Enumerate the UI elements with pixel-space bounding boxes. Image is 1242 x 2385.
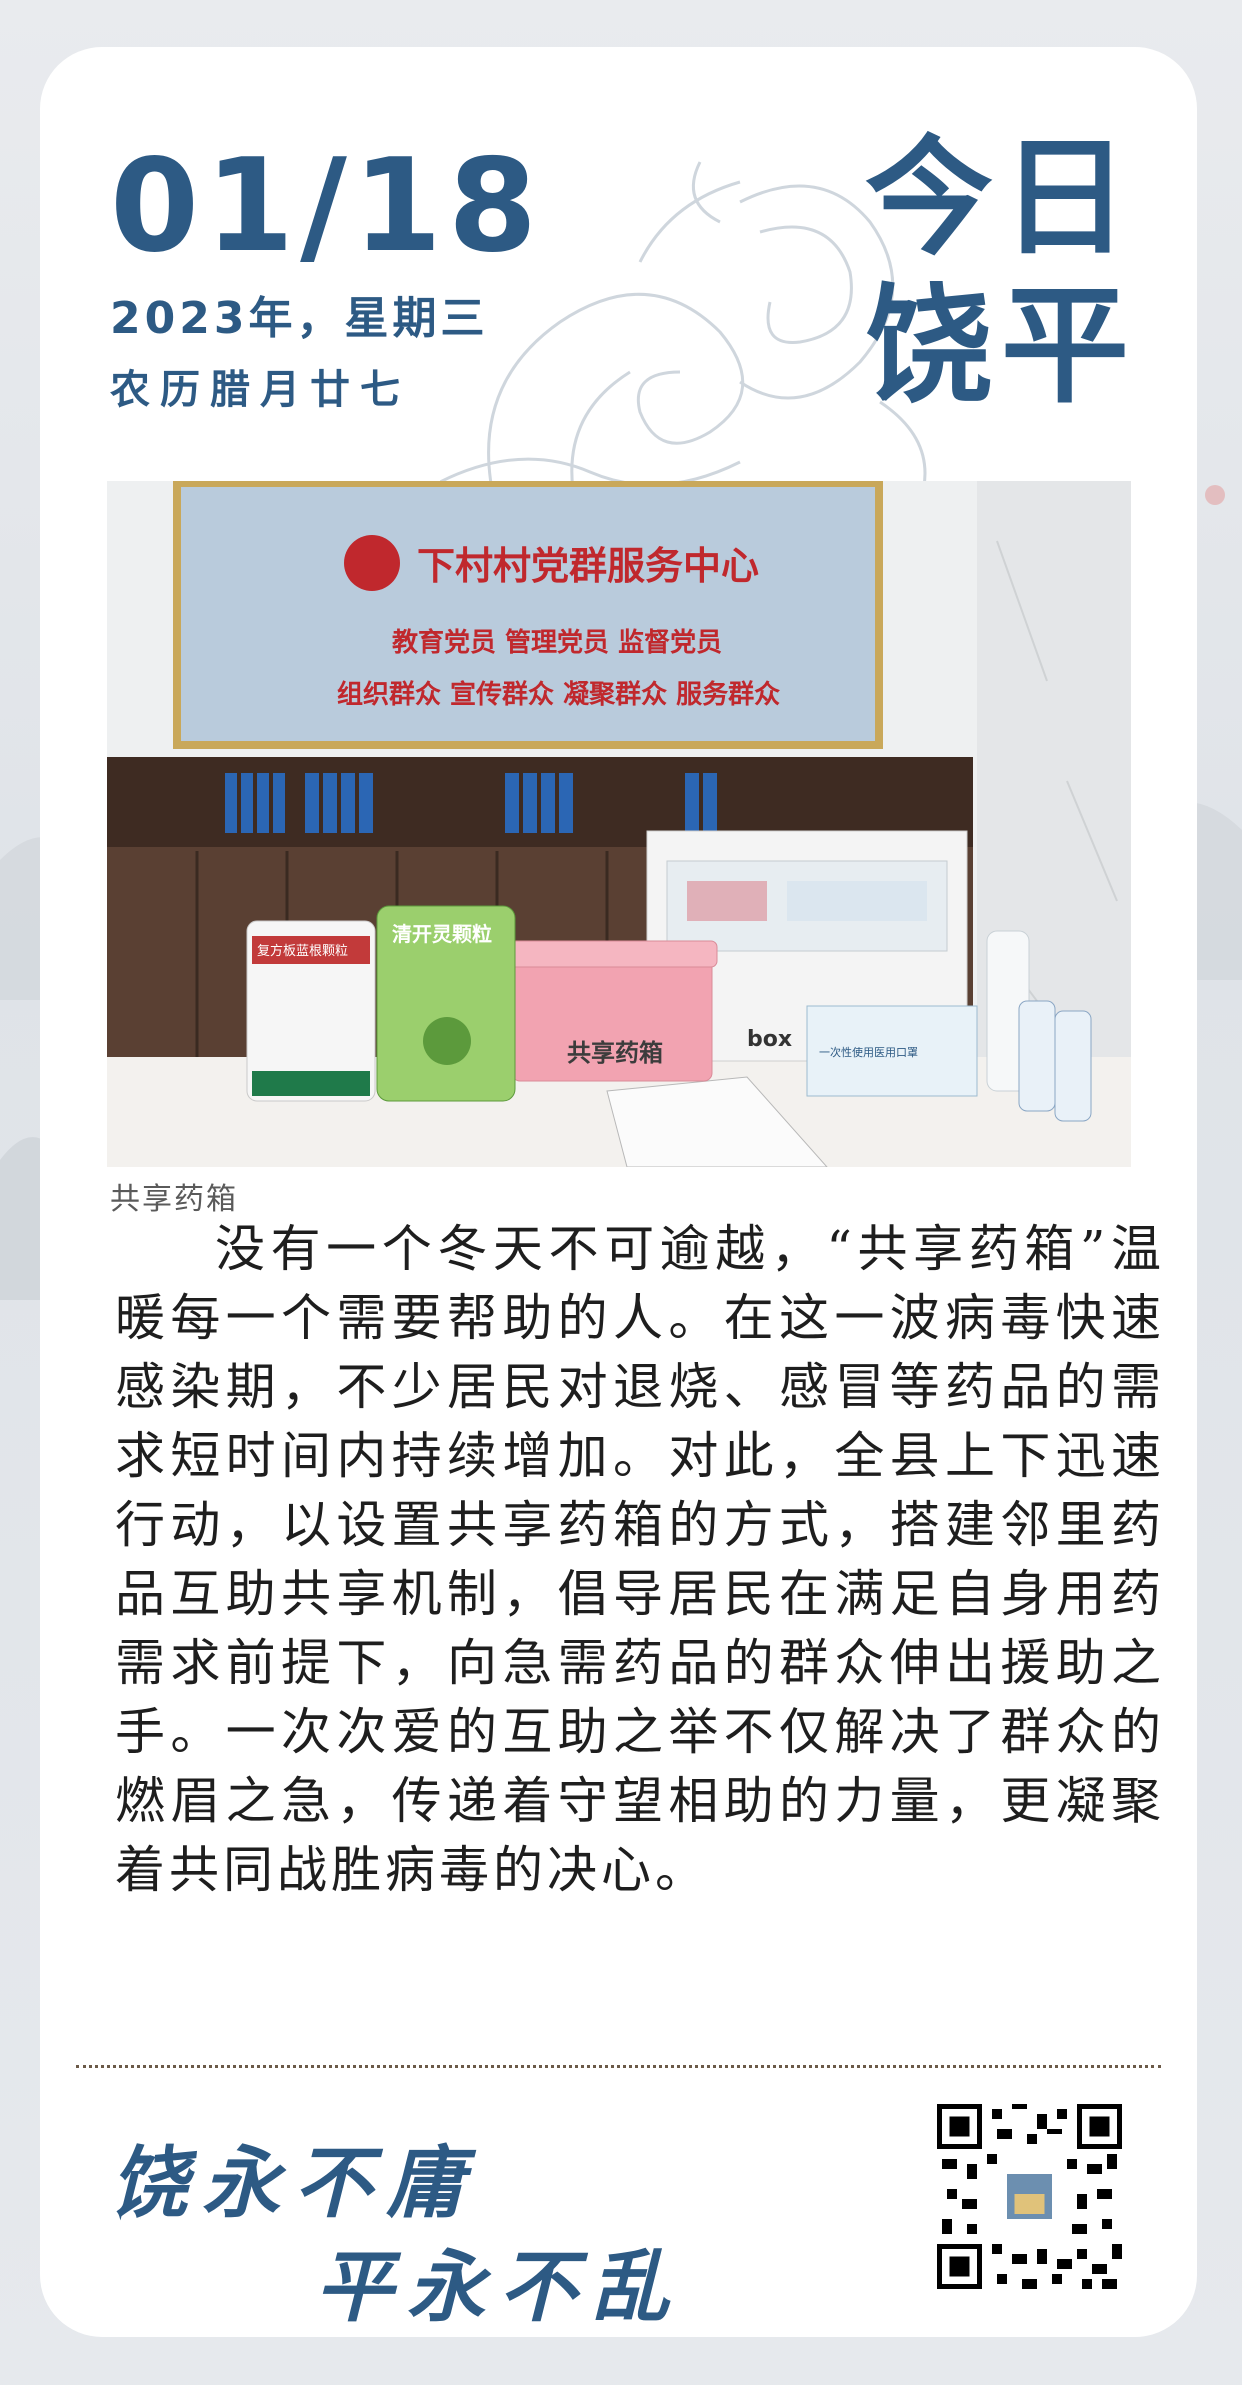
board-title: 下村村党群服务中心 — [417, 544, 759, 588]
photo-caption: 共享药箱 — [110, 1182, 238, 1217]
weekday-date: 2023年，星期三 — [110, 293, 489, 344]
lunar-date: 农历腊月廿七 — [110, 367, 410, 413]
motto-line-2: 平永不乱 — [315, 2242, 683, 2333]
bag-right-label: 清开灵颗粒 — [392, 922, 492, 946]
board-line-1: 教育党员 管理党员 监督党员 — [392, 627, 722, 658]
calligraphy-motto: 饶永不庸 平永不乱 — [110, 2138, 683, 2333]
cart-label: box — [747, 1027, 792, 1052]
section-divider — [76, 2065, 1161, 2068]
qr-code[interactable] — [937, 2104, 1122, 2289]
board-line-2: 组织群众 宣传群众 凝聚群众 服务群众 — [337, 679, 780, 710]
pink-box-label: 共享药箱 — [567, 1039, 663, 1067]
qr-code-icon — [937, 2104, 1122, 2289]
daily-card: 01/18 2023年，星期三 农历腊月廿七 今日饶平 下村村党群服务中心 教育… — [40, 47, 1197, 2337]
party-emblem-icon — [344, 535, 400, 591]
motto-line-1: 饶永不庸 — [110, 2138, 478, 2229]
date-display: 01/18 — [110, 132, 543, 281]
featured-photo: 下村村党群服务中心 教育党员 管理党员 监督党员 组织群众 宣传群众 凝聚群众 … — [107, 481, 1131, 1167]
article-body: 没有一个冬天不可逾越，“共享药箱”温暖每一个需要帮助的人。在这一波病毒快速感染期… — [115, 1220, 1165, 1899]
medicine-box-scene: 下村村党群服务中心 教育党员 管理党员 监督党员 组织群众 宣传群众 凝聚群众 … — [107, 481, 1131, 1167]
mask-box-label: 一次性使用医用口罩 — [819, 1045, 918, 1059]
brand-title: 今日饶平 — [864, 124, 1137, 421]
bag-left-label: 复方板蓝根颗粒 — [257, 943, 348, 959]
